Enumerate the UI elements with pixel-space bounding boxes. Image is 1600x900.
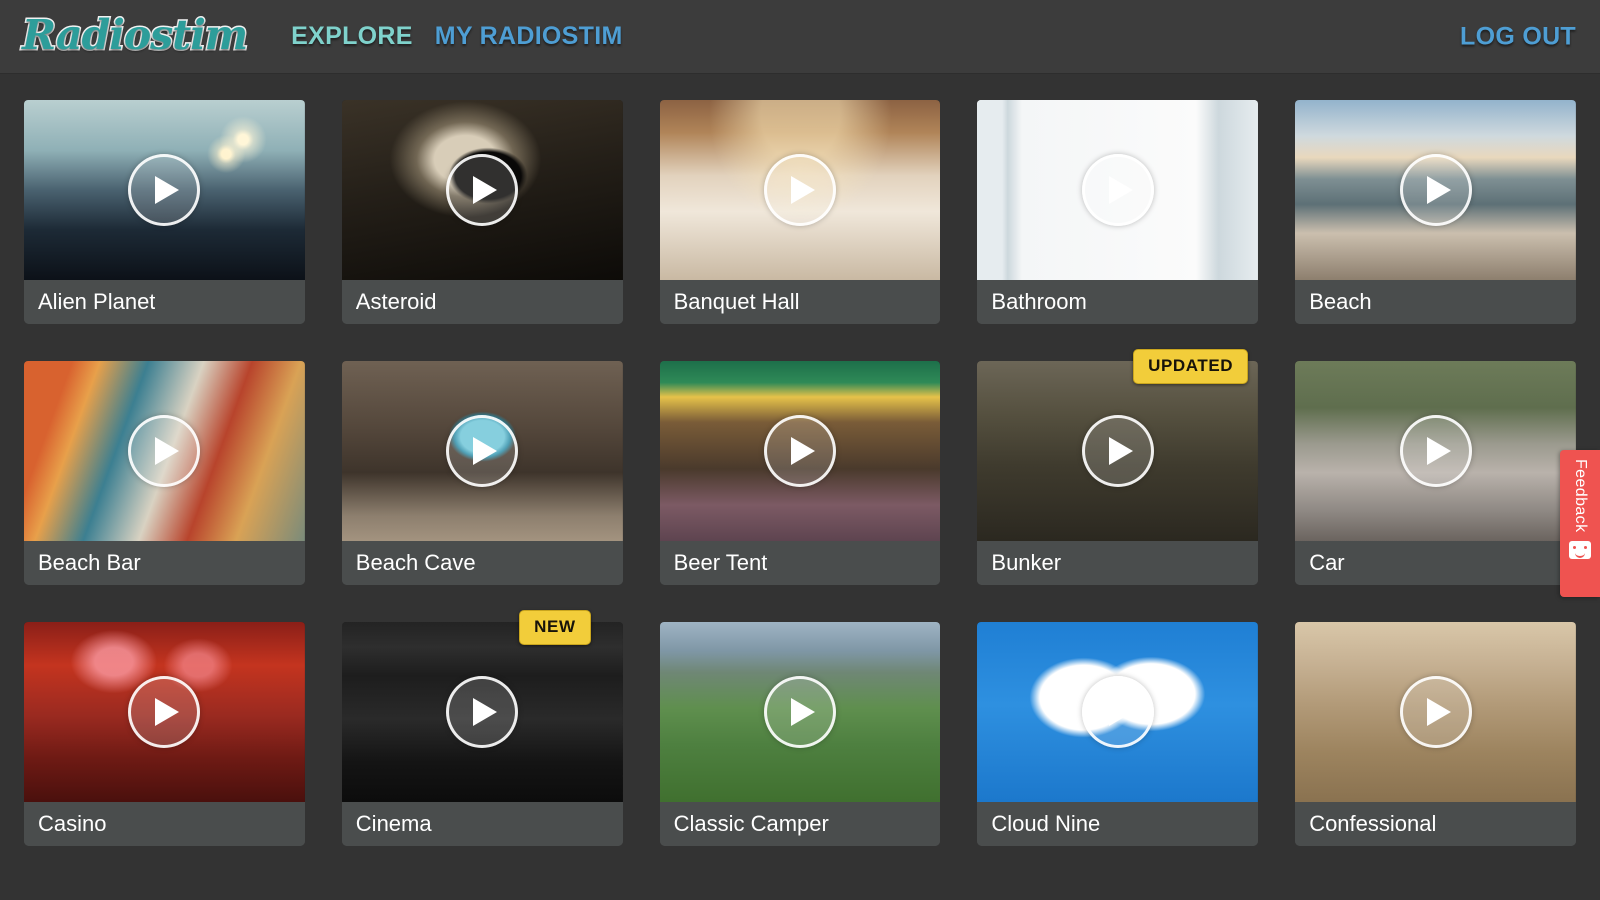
card-thumbnail[interactable] [977,100,1259,280]
confessional-thumbnail [1295,622,1576,802]
card-thumbnail[interactable] [659,361,941,541]
scene-card[interactable]: Bathroom [977,100,1259,324]
card-footer: Asteroid [341,280,623,324]
scene-card[interactable]: Confessional [1295,622,1576,846]
card-title: Beach Cave [355,550,476,575]
cinema-thumbnail [341,622,623,802]
card-badge: NEW [519,610,591,645]
card-title: Bunker [991,550,1062,575]
card-badge: UPDATED [1133,349,1249,384]
beach-thumbnail [1295,100,1576,280]
scene-card[interactable]: NEW Cinema [341,610,623,846]
card-title: Casino [38,811,107,836]
card-footer: Alien Planet [24,280,305,324]
card-title: Confessional [1309,811,1437,836]
bunker-thumbnail [977,361,1259,541]
card-thumbnail[interactable] [659,100,941,280]
card-thumbnail[interactable] [1295,100,1576,280]
card-footer: Cloud Nine [977,802,1259,846]
scene-card[interactable]: Casino [24,622,305,846]
car-thumbnail [1295,361,1576,541]
card-title: Alien Planet [38,289,156,314]
scene-card[interactable]: Alien Planet [24,100,305,324]
card-thumbnail[interactable] [1295,361,1576,541]
card-thumbnail[interactable] [24,100,305,280]
card-title: Beach [1309,289,1372,314]
scene-card[interactable]: Banquet Hall [659,100,941,324]
card-thumbnail[interactable] [977,361,1259,541]
classic-camper-thumbnail [659,622,941,802]
card-footer: Beach Cave [341,541,623,585]
card-footer: Beach Bar [24,541,305,585]
scene-card[interactable]: Beer Tent [659,361,941,585]
bathroom-thumbnail [977,100,1259,280]
site-header: Radiostim EXPLORE MY RADIOSTIM LOG OUT [0,0,1600,74]
card-thumbnail[interactable] [1295,622,1576,802]
casino-thumbnail [24,622,305,802]
nav-explore[interactable]: EXPLORE [291,22,413,51]
scene-card[interactable]: Car [1295,361,1576,585]
card-title: Bathroom [991,289,1087,314]
scene-card[interactable]: Beach Cave [341,361,623,585]
scene-card[interactable]: Asteroid [341,100,623,324]
card-thumbnail[interactable] [977,622,1259,802]
card-title: Asteroid [355,289,437,314]
cloud-nine-thumbnail [977,622,1259,802]
card-title: Car [1309,550,1345,575]
card-thumbnail[interactable] [341,622,623,802]
card-title: Beer Tent [673,550,768,575]
card-footer: Beer Tent [659,541,941,585]
site-logo[interactable]: Radiostim [20,13,249,59]
logout-link[interactable]: LOG OUT [1460,22,1576,51]
scene-grid: Alien Planet Asteroid Banquet Hall Bathr… [0,74,1600,900]
card-title: Beach Bar [38,550,141,575]
banquet-hall-thumbnail [659,100,941,280]
feedback-label: Feedback [1572,459,1589,533]
beach-bar-thumbnail [24,361,305,541]
nav-my-radiostim[interactable]: MY RADIOSTIM [435,22,623,51]
card-footer: Banquet Hall [659,280,941,324]
card-thumbnail[interactable] [24,361,305,541]
scene-card[interactable]: Classic Camper [659,622,941,846]
card-footer: Casino [24,802,305,846]
scene-card[interactable]: Cloud Nine [977,622,1259,846]
card-title: Classic Camper [673,811,829,836]
card-footer: Confessional [1295,802,1576,846]
beer-tent-thumbnail [659,361,941,541]
beach-cave-thumbnail [341,361,623,541]
card-thumbnail[interactable] [341,361,623,541]
card-thumbnail[interactable] [659,622,941,802]
alien-planet-thumbnail [24,100,305,280]
card-title: Banquet Hall [673,289,800,314]
card-title: Cloud Nine [991,811,1101,836]
card-thumbnail[interactable] [24,622,305,802]
card-footer: Beach [1295,280,1576,324]
smiley-speech-bubble-icon [1569,541,1591,560]
scene-card[interactable]: Beach [1295,100,1576,324]
feedback-tab[interactable]: Feedback [1560,450,1600,597]
card-footer: Cinema [341,802,623,846]
card-thumbnail[interactable] [341,100,623,280]
scene-card[interactable]: UPDATED Bunker [977,349,1259,585]
card-footer: Classic Camper [659,802,941,846]
card-footer: Bunker [977,541,1259,585]
main-navigation: EXPLORE MY RADIOSTIM [291,22,622,51]
card-footer: Bathroom [977,280,1259,324]
card-footer: Car [1295,541,1576,585]
asteroid-thumbnail [341,100,623,280]
scene-card[interactable]: Beach Bar [24,361,305,585]
card-title: Cinema [355,811,432,836]
